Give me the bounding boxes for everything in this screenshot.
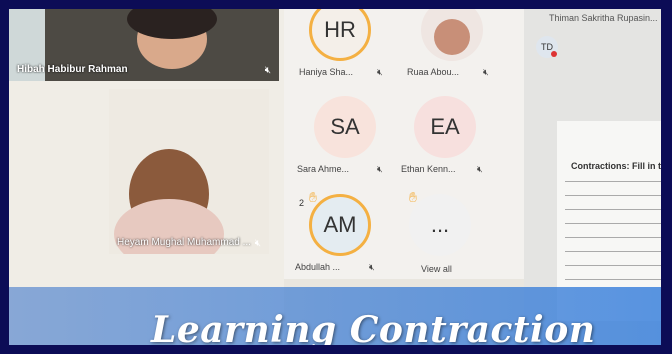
- mic-muted-icon: 🔇︎: [264, 65, 271, 76]
- mic-muted-icon: 🔇︎: [377, 67, 383, 77]
- participant-name: Abdullah ...: [295, 262, 341, 272]
- banner-title: Learning Contraction: [151, 309, 596, 351]
- worksheet-line: [565, 195, 661, 196]
- more-icon: ...: [430, 212, 450, 237]
- presenter-initials: TD: [541, 42, 553, 52]
- participant-avatar-sa[interactable]: SA: [314, 96, 376, 158]
- worksheet-line: [565, 237, 661, 238]
- video-tile-heyam[interactable]: Heyam Mughal Muhammad ... 🔇︎: [109, 89, 269, 254]
- worksheet-title: Contractions: Fill in the: [571, 161, 672, 171]
- video-tile-name: Hibah Habibur Rahman: [17, 64, 128, 75]
- avatar-initials: SA: [330, 114, 360, 139]
- worksheet-line: [565, 181, 661, 182]
- video-tile-name: Heyam Mughal Muhammad ...: [117, 237, 251, 248]
- meeting-stage: Hibah Habibur Rahman 🔇︎ Heyam Mughal Muh…: [9, 9, 661, 345]
- mic-muted-icon: 🔇︎: [377, 164, 383, 174]
- worksheet-line: [565, 209, 661, 210]
- worksheet-line: [565, 223, 661, 224]
- view-all-button[interactable]: ...: [409, 194, 471, 256]
- participant-name: Ruaa Abou...: [407, 67, 460, 77]
- participant-avatar-ruaa[interactable]: [421, 9, 483, 61]
- presenter-name: Thiman Sakritha Rupasin...: [549, 13, 658, 23]
- screen-frame: Hibah Habibur Rahman 🔇︎ Heyam Mughal Muh…: [0, 0, 672, 354]
- participant-avatar-hr[interactable]: HR: [309, 9, 371, 61]
- view-all-label[interactable]: View all: [421, 264, 452, 274]
- participant-name: Sara Ahme...: [297, 164, 350, 174]
- participant-avatar-am[interactable]: AM: [309, 194, 371, 256]
- mic-muted-icon: 🔇︎: [477, 164, 483, 174]
- video-tile-hibah[interactable]: Hibah Habibur Rahman 🔇︎: [9, 9, 279, 81]
- avatar-initials: HR: [324, 17, 356, 42]
- participant-avatar-ea[interactable]: EA: [414, 96, 476, 158]
- avatar-initials: AM: [323, 212, 357, 237]
- participant-name: Ethan Kenn...: [401, 164, 456, 174]
- worksheet-line: [565, 279, 661, 280]
- mic-muted-icon: 🔇︎: [254, 238, 261, 249]
- raised-hand-icon: ✋︎: [409, 189, 417, 205]
- worksheet-line: [565, 265, 661, 266]
- avatar-initials: EA: [430, 114, 460, 139]
- raised-hand-icon: ✋︎: [309, 189, 317, 205]
- mic-muted-icon: 🔇︎: [483, 67, 489, 77]
- mic-muted-icon: 🔇︎: [369, 262, 375, 272]
- participant-name: Haniya Sha...: [299, 67, 354, 77]
- worksheet-line: [565, 251, 661, 252]
- avatar-photo: [434, 19, 470, 55]
- presence-dot: [551, 51, 557, 57]
- raised-hand-count: 2: [299, 198, 305, 208]
